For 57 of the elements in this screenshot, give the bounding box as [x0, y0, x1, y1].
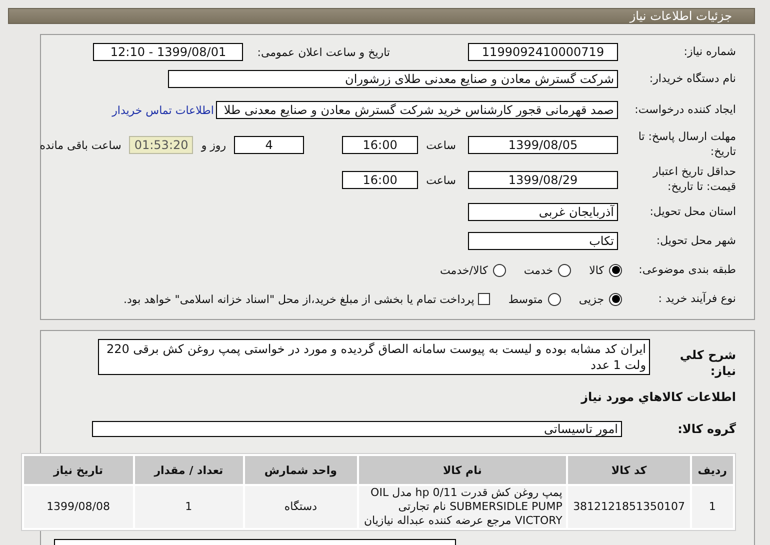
deadline-time-field: 16:00: [342, 136, 418, 154]
radio-label: جزیی: [578, 292, 604, 306]
description-field: ایران کد مشابه بوده و لیست به پیوست سامانه الصاق گردیده و مورد در خواستی پمپ روغن کش برقی 220 ولت 1 عدد: [98, 339, 650, 375]
radio-label: کالا/خدمت: [440, 264, 488, 276]
page-title: جزئیات اطلاعات نیاز: [630, 9, 732, 23]
table-cell: 1399/08/08: [24, 486, 133, 528]
field-label: مهلت ارسال پاسخ: تا تاریخ:: [637, 130, 736, 160]
table-cell: 1: [134, 486, 243, 528]
column-header: واحد شمارش: [244, 456, 356, 484]
column-header: نام کالا: [358, 456, 566, 484]
buyer-name-field: شرکت گسترش معادن و صنایع معدنی طلای زرشوران: [168, 70, 618, 88]
field-label: حداقل تاریخ اعتبار قیمت: تا تاریخ:: [652, 165, 736, 195]
announce-date-field: 1399/08/01 - 12:10: [93, 43, 244, 61]
goods-group-field: امور تاسیساتی: [92, 421, 622, 438]
field-label: استان محل تحویل:: [648, 204, 736, 220]
column-header: ردیف: [692, 456, 733, 484]
field-label: ساعت: [426, 174, 456, 186]
radio-button[interactable]: [609, 264, 622, 276]
field-label: روز و: [201, 138, 226, 152]
radio-button[interactable]: [609, 292, 622, 306]
radio-label: کالا: [589, 264, 604, 276]
field-label: طبقه بندی موضوعی:: [638, 262, 736, 278]
days-field: 4: [234, 136, 304, 154]
deadline-date-field: 1399/08/05: [468, 136, 618, 154]
column-header: کد کالا: [568, 456, 690, 484]
field-label: شرح کلي نياز:: [678, 347, 736, 380]
column-header: تاریخ نیاز: [24, 456, 133, 484]
contact-link[interactable]: اطلاعات تماس خریدار: [112, 104, 214, 116]
field-label: گروه کالا:: [676, 421, 736, 438]
table-cell: دستگاه: [244, 486, 356, 528]
radio-button[interactable]: [558, 264, 572, 276]
field-label: نام دستگاه خریدار:: [648, 72, 736, 86]
city-field: تکاب: [468, 232, 618, 250]
validity-date-field: 1399/08/29: [468, 171, 618, 189]
need-number-field: 1199092410000719: [468, 43, 618, 61]
creator-field: صمد قهرمانی قجور کارشناس خرید شرکت گسترش معادن و صنایع معدنی طلا: [216, 101, 618, 119]
field-label: ساعت باقی مانده: [40, 138, 122, 152]
remaining-time-field: 01:53:20: [129, 136, 194, 154]
table-cell: پمپ روغن کش قدرت 0/11 hp مدل OIL SUBMERSIDLE PUMP نام تجارتی VICTORY مرجع عرضه کننده عبداله نیازیان: [358, 486, 566, 528]
checkbox-label: پرداخت تمام یا بخشی از مبلغ خرید،از محل "اسناد خزانه اسلامی" خواهد بود.: [124, 292, 474, 306]
column-header: تعداد / مقدار: [134, 456, 243, 484]
radio-button[interactable]: [548, 292, 561, 306]
field-label: نوع فرآیند خرید :: [657, 292, 736, 306]
field-label: تاریخ و ساعت اعلان عمومی:: [257, 46, 390, 58]
field-label: شهر محل تحویل:: [655, 234, 736, 248]
province-field: آذربایجان غربی: [468, 203, 618, 221]
radio-label: خدمت: [524, 264, 554, 276]
radio-label: متوسط: [508, 292, 543, 306]
table-cell: 1: [692, 486, 733, 528]
validity-time-field: 16:00: [342, 171, 418, 189]
field-label: شماره نیاز:: [682, 44, 736, 60]
checkbox[interactable]: [478, 293, 490, 305]
section-heading: اطلاعات کالاهاي مورد نياز: [580, 389, 736, 406]
field-label: ایجاد کننده درخواست:: [634, 102, 736, 118]
table-cell: 3812121851350107: [568, 486, 690, 528]
radio-button[interactable]: [492, 264, 506, 276]
field-label: ساعت: [426, 138, 456, 152]
